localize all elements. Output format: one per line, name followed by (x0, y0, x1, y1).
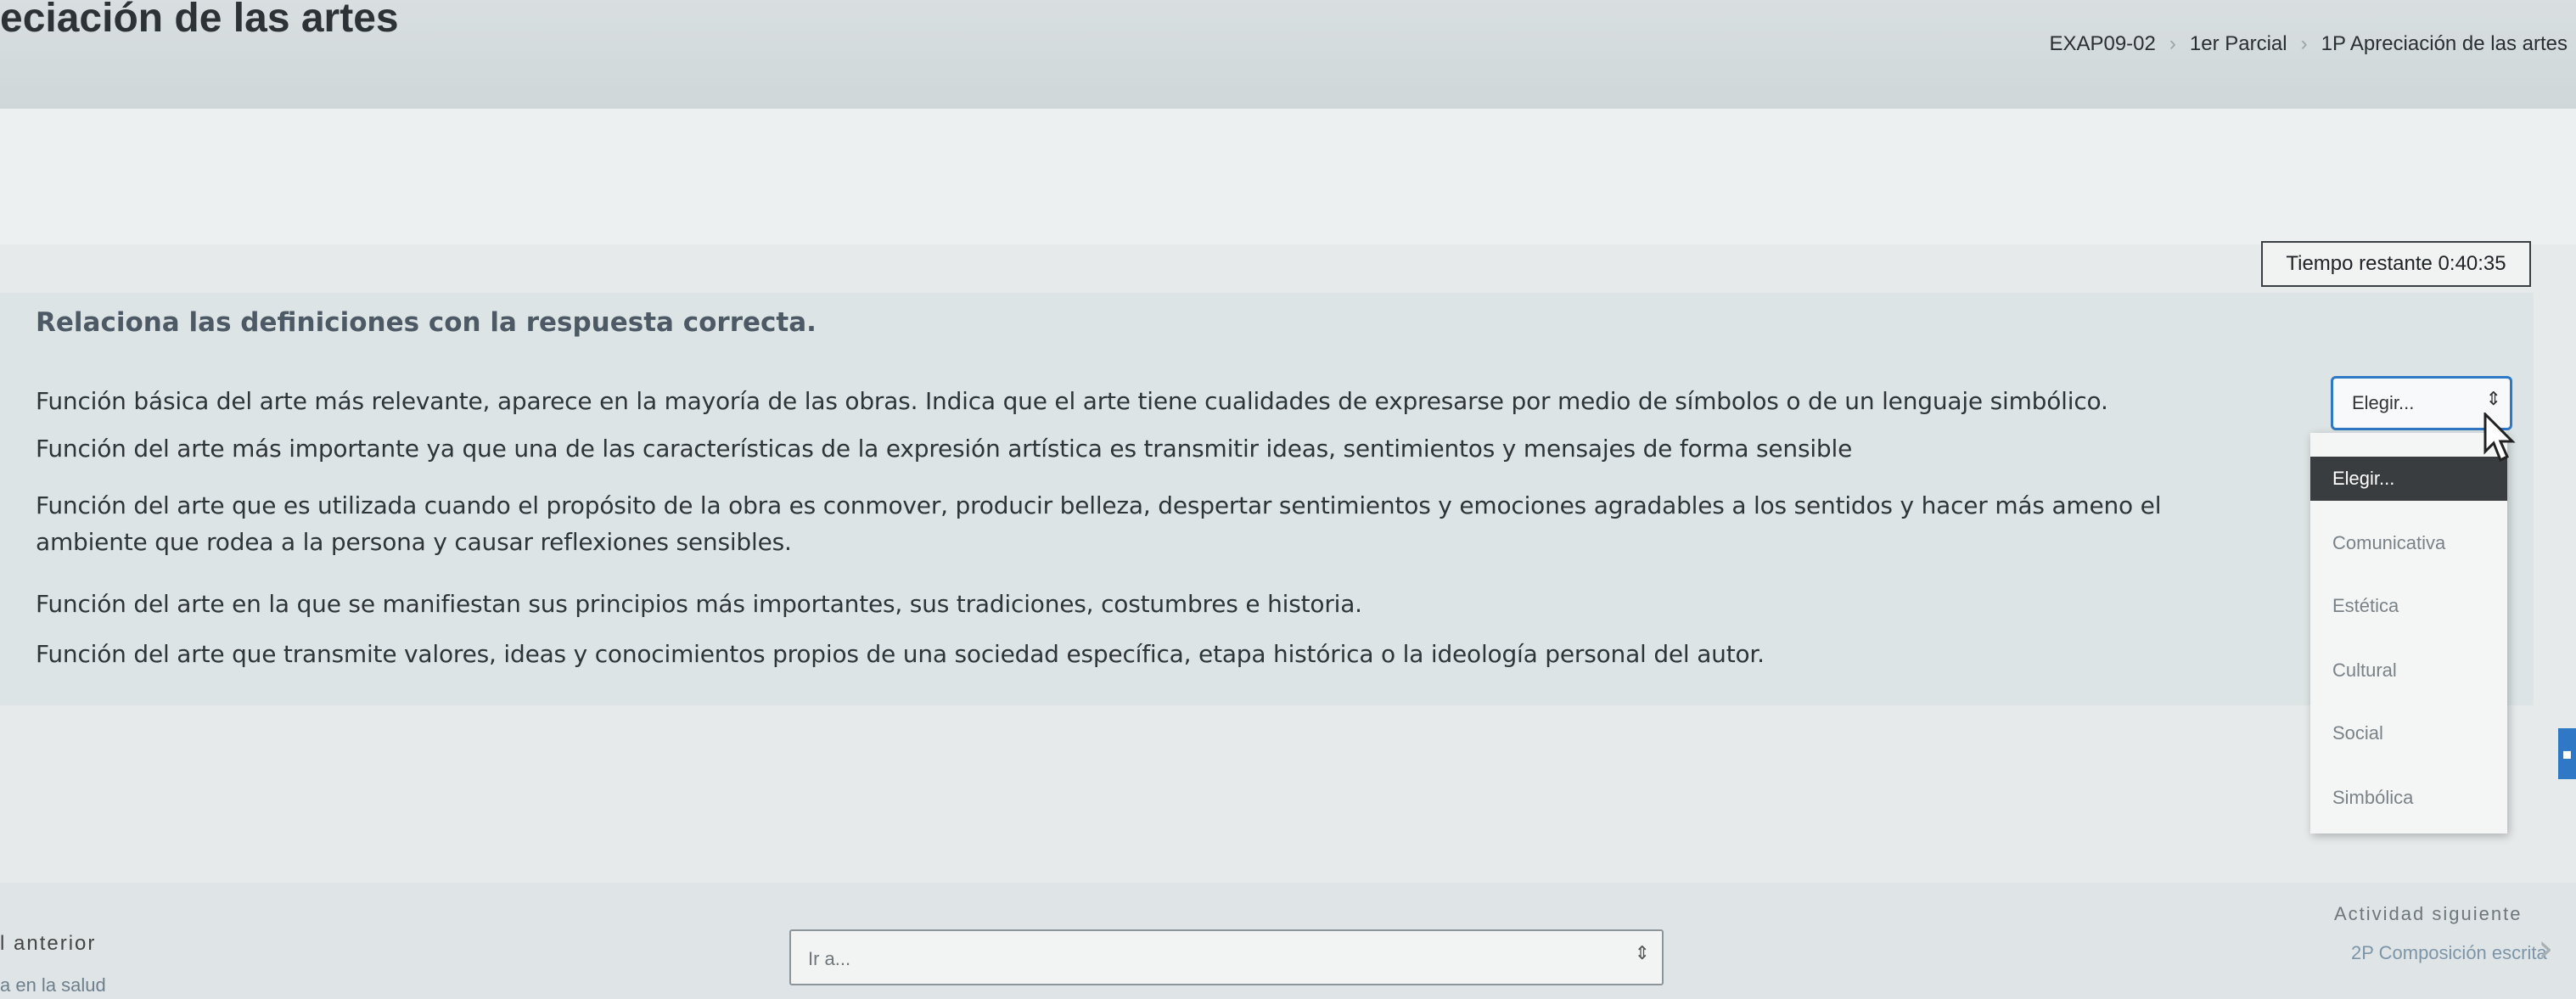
up-down-arrow-icon: ⇕ (1634, 943, 1650, 964)
question-instruction: Relaciona las definiciones con la respue… (36, 307, 817, 338)
dropdown-option-comunicativa[interactable]: Comunicativa (2310, 521, 2507, 565)
mouse-pointer-icon (2483, 413, 2516, 463)
question-stem-2: Función del arte más importante ya que u… (36, 435, 1853, 463)
page-band (0, 109, 2576, 244)
top-header: eciación de las artes EXAP09-02 › 1er Pa… (0, 0, 2576, 109)
answer-select-value: Elegir... (2352, 392, 2415, 413)
question-stem-3: Función del arte que es utilizada cuando… (36, 491, 2162, 519)
dropdown-option-cultural[interactable]: Cultural (2310, 648, 2507, 693)
breadcrumb-separator: › (2169, 32, 2176, 55)
side-scroll-handle[interactable]: ▪ (2558, 728, 2576, 779)
breadcrumb: EXAP09-02 › 1er Parcial › 1P Apreciación… (2049, 32, 2568, 56)
up-down-arrow-icon: ⇕ (2485, 389, 2501, 410)
question-stem-1: Función básica del arte más relevante, a… (36, 387, 2108, 415)
question-stem-5: Función del arte que transmite valores, … (36, 640, 1765, 668)
answer-dropdown-list: Elegir... Comunicativa Estética Cultural… (2310, 433, 2507, 833)
jump-select-placeholder: Ir a... (808, 948, 851, 969)
previous-activity-link[interactable]: l anterior (0, 932, 96, 956)
course-title: eciación de las artes (0, 0, 399, 41)
dropdown-option-estetica[interactable]: Estética (2310, 584, 2507, 628)
breadcrumb-item-quiz[interactable]: 1P Apreciación de las artes (2321, 32, 2568, 56)
breadcrumb-item-section[interactable]: 1er Parcial (2190, 32, 2287, 56)
breadcrumb-separator: › (2300, 32, 2308, 55)
breadcrumb-item-course[interactable]: EXAP09-02 (2049, 32, 2155, 56)
question-stem-4: Función del arte en la que se manifiesta… (36, 590, 1362, 618)
next-activity-link[interactable]: 2P Composición escrita (2351, 942, 2547, 964)
previous-activity-name[interactable]: a en la salud (0, 974, 106, 996)
question-stem-3-cont: ambiente que rodea a la persona y causar… (36, 528, 792, 556)
chevron-right-icon[interactable]: › (2538, 925, 2553, 971)
time-remaining-box: Tiempo restante 0:40:35 (2261, 241, 2531, 287)
next-activity-label: Actividad siguiente (2334, 903, 2523, 924)
dropdown-option-simbolica[interactable]: Simbólica (2310, 776, 2507, 820)
dropdown-option-elegir[interactable]: Elegir... (2310, 457, 2507, 501)
dropdown-option-social[interactable]: Social (2310, 711, 2507, 755)
jump-to-activity-select[interactable]: Ir a... ⇕ (789, 929, 1664, 985)
